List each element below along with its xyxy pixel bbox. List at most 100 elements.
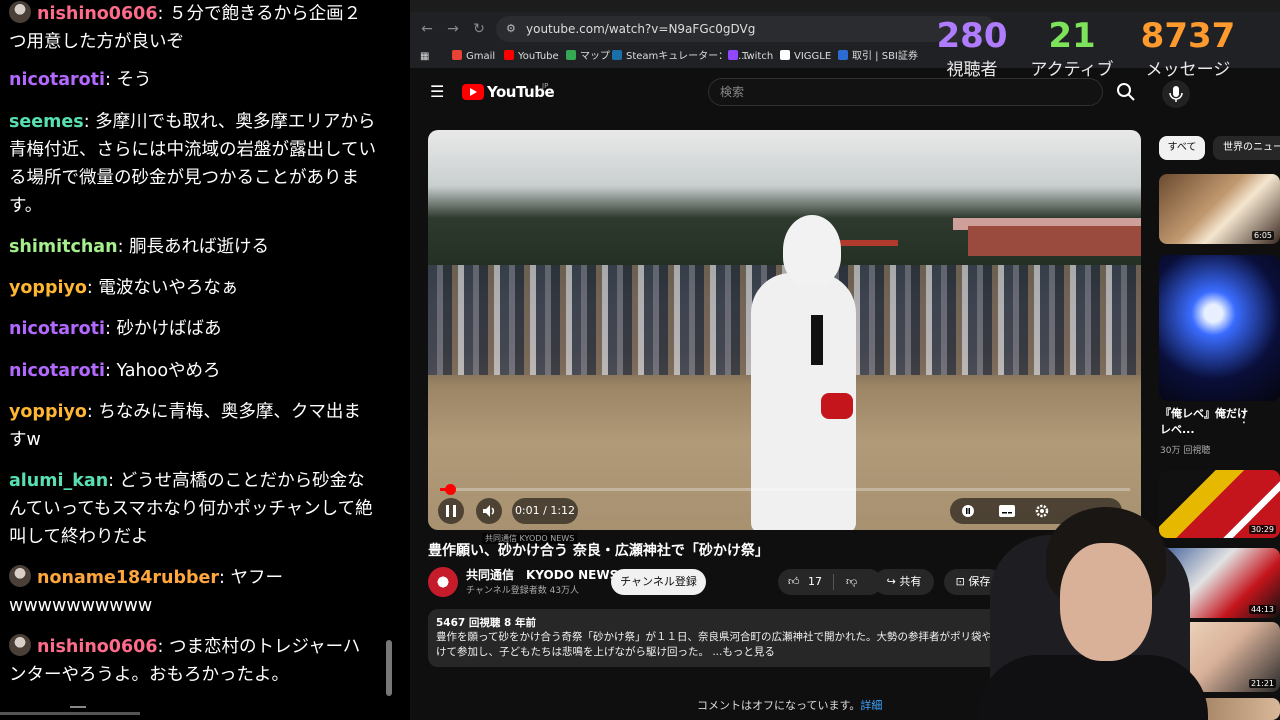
messages-stat: 8737 メッセージ <box>1138 16 1238 82</box>
channel-avatar[interactable] <box>428 567 458 597</box>
steam-icon <box>612 50 622 60</box>
search-input[interactable] <box>708 78 1103 106</box>
chat-username[interactable]: seemes <box>9 112 84 132</box>
bookmark-twitch[interactable]: Twitch <box>728 46 773 68</box>
active-count: 21 <box>1048 16 1096 56</box>
volume-button[interactable] <box>476 498 502 524</box>
apps-icon[interactable]: ▦ <box>420 46 429 68</box>
comments-off-text: コメントはオフになっています。 <box>697 699 861 712</box>
reload-icon[interactable]: ↻ <box>470 20 488 38</box>
description-text: 豊作を願って砂をかけ合う奇祭「砂かけ祭」が１１日、奈良県河合町の広瀬神社で開かれ… <box>436 631 1034 658</box>
bookmark-maps[interactable]: マップ <box>566 46 610 68</box>
video-frame-detail <box>968 226 1141 256</box>
chat-message: yoppiyo: ちなみに青梅、奥多摩、クマ出ますw <box>9 402 361 450</box>
thumbs-down-icon[interactable]: 👎︎ <box>846 569 857 595</box>
bookmark-viggle[interactable]: VIGGLE <box>780 46 831 68</box>
chat-username[interactable]: nicotaroti <box>9 70 105 90</box>
like-count[interactable]: 17 <box>808 569 822 595</box>
viewers-count: 280 <box>936 16 1008 56</box>
recommended-thumbnail[interactable] <box>1159 255 1280 401</box>
chat-message: shimitchan: 胴長あれば逝ける <box>9 237 270 257</box>
figure-glove <box>821 393 853 419</box>
share-icon: ↪ <box>886 575 900 588</box>
share-label: 共有 <box>899 575 922 588</box>
chat-message: nishino0606: ５分で飽きるから企画２つ用意した方が良いぞ <box>9 0 377 56</box>
chat-username[interactable]: nishino0606 <box>37 637 158 657</box>
webcam-overlay <box>968 505 1208 720</box>
share-button[interactable]: ↪ 共有 <box>874 569 934 595</box>
url-field[interactable]: youtube.com/watch?v=N9aFGc0gDVg <box>496 16 996 42</box>
chat-scrollbar[interactable] <box>386 640 392 696</box>
messages-label: メッセージ <box>1145 60 1231 80</box>
chat-message: nicotaroti: そう <box>9 70 152 90</box>
bookmark-icon: ⊡ <box>955 575 969 588</box>
chip-world-news[interactable]: 世界のニュース <box>1213 136 1280 160</box>
search-icon[interactable] <box>1116 82 1136 102</box>
tab-strip[interactable] <box>410 0 1280 12</box>
chat-text: 胴長あれば逝ける <box>129 237 270 257</box>
bookmark-gmail[interactable]: Gmail <box>452 46 495 68</box>
user-avatar <box>9 565 31 587</box>
video-player[interactable] <box>428 130 1141 530</box>
youtube-logo[interactable]: YouTube JP <box>462 82 562 102</box>
duration-badge: 44:13 <box>1248 605 1276 614</box>
chat-username[interactable]: noname184rubber <box>37 568 219 588</box>
channel-name[interactable]: 共同通信 KYODO NEWS <box>466 567 618 583</box>
streamer-face <box>1060 543 1152 661</box>
pause-button[interactable] <box>438 498 464 524</box>
more-options-icon[interactable]: ⋮ <box>1237 410 1251 426</box>
chat-text: 電波ないやろなぁ <box>98 278 239 298</box>
mic-icon[interactable] <box>1162 80 1190 108</box>
active-label: アクティブ <box>1030 60 1114 80</box>
bookmark-sbi[interactable]: 取引 | SBI証券 <box>838 46 918 68</box>
chat-message: noname184rubber: ヤフーwwwwwwwwww <box>9 564 377 620</box>
like-dislike-group: 👍︎ 17 👎︎ <box>778 569 882 595</box>
youtube-icon <box>504 50 514 60</box>
viewers-label: 視聴者 <box>946 60 998 80</box>
active-stat: 21 アクティブ <box>1022 16 1122 82</box>
recommended-thumbnail[interactable]: 6:05 <box>1159 174 1280 244</box>
forward-icon[interactable]: → <box>444 20 462 38</box>
chat-username[interactable]: nicotaroti <box>9 319 105 339</box>
chat-message: seemes: 多摩川でも取れ、奥多摩エリアから青梅付近、さらには中流域の岩盤が… <box>9 112 376 216</box>
bookmark-label: 取引 | SBI証券 <box>852 51 918 62</box>
chat-message: yoppiyo: 電波ないやろなぁ <box>9 278 239 298</box>
chip-all[interactable]: すべて <box>1159 136 1205 160</box>
maps-icon <box>566 50 576 60</box>
chat-input-divider <box>0 712 140 715</box>
chat-username[interactable]: yoppiyo <box>9 402 87 422</box>
chat-username[interactable]: shimitchan <box>9 237 118 257</box>
chat-username[interactable]: nishino0606 <box>37 4 158 24</box>
streamer-shirt <box>978 655 1208 720</box>
subscribe-button[interactable]: チャンネル登録 <box>611 569 706 595</box>
comments-details-link[interactable]: 詳細 <box>860 699 882 712</box>
chat-username[interactable]: yoppiyo <box>9 278 87 298</box>
chat-username[interactable]: nicotaroti <box>9 361 105 381</box>
figure-head <box>783 215 841 285</box>
bookmark-youtube[interactable]: YouTube <box>504 46 559 68</box>
chat-text: 砂かけばばあ <box>116 319 222 339</box>
chat-username[interactable]: alumi_kan <box>9 471 108 491</box>
viewers-stat: 280 視聴者 <box>928 16 1016 82</box>
back-icon[interactable]: ← <box>418 20 436 38</box>
twitch-icon <box>728 50 738 60</box>
viggle-icon <box>780 50 790 60</box>
progress-scrubber[interactable] <box>445 484 456 495</box>
video-frame-figure <box>733 215 856 530</box>
bookmark-label: Gmail <box>466 51 496 62</box>
chat-input-handle[interactable] <box>70 706 86 708</box>
duration-badge: 21:21 <box>1248 679 1276 688</box>
recommended-meta: 30万 回視聴 <box>1160 446 1211 456</box>
divider <box>833 574 834 590</box>
thumbs-up-icon[interactable]: 👍︎ <box>788 569 800 595</box>
progress-bar[interactable] <box>440 488 1130 491</box>
hamburger-menu-icon[interactable]: ☰ <box>430 84 446 100</box>
region-label: JP <box>542 82 549 90</box>
site-info-icon[interactable]: ⚙ <box>506 22 520 36</box>
chat-message: nishino0606: つま恋村のトレジャーハンターやろうよ。おもろかったよ。 <box>9 633 377 689</box>
pause-icon <box>446 505 456 517</box>
chat-text: そう <box>116 70 152 90</box>
user-avatar <box>9 634 31 656</box>
volume-icon <box>483 505 495 517</box>
chat-message: nicotaroti: 砂かけばばあ <box>9 319 222 339</box>
